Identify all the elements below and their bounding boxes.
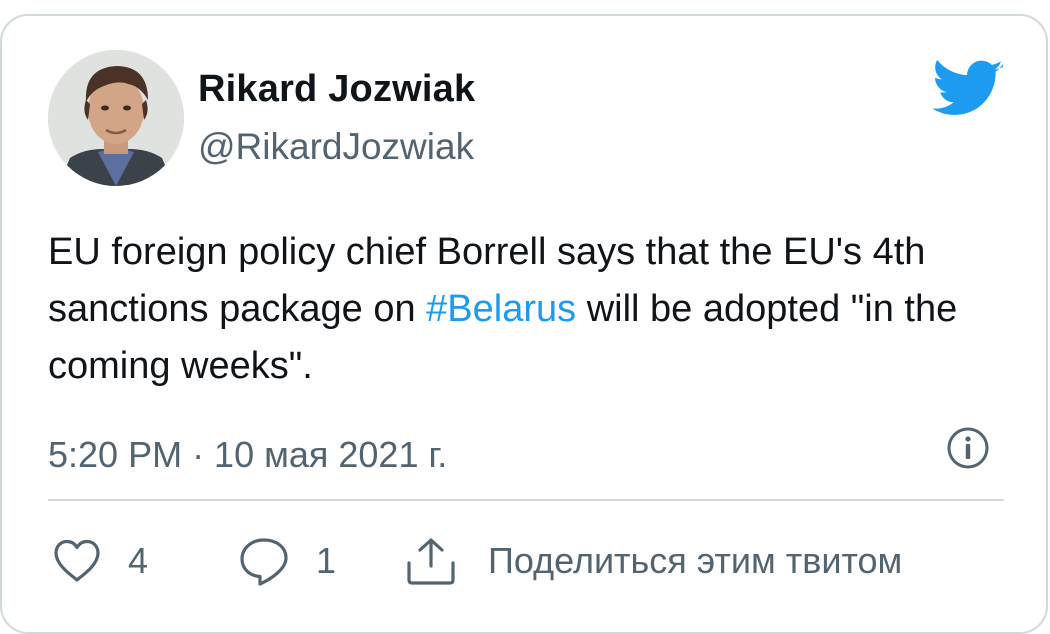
share-label: Поделиться этим твитом bbox=[488, 540, 903, 581]
reply-button[interactable]: 1 bbox=[238, 536, 336, 586]
divider bbox=[48, 499, 1004, 501]
tweet-text: EU foreign policy chief Borrell says tha… bbox=[48, 224, 1008, 395]
like-count: 4 bbox=[128, 540, 149, 581]
tweet-card: Rikard Jozwiak @RikardJozwiak EU foreign… bbox=[0, 14, 1048, 634]
author-name[interactable]: Rikard Jozwiak bbox=[198, 68, 475, 111]
comment-bubble-icon bbox=[240, 538, 288, 586]
tweet-timestamp[interactable]: 5:20 PM · 10 мая 2021 г. bbox=[48, 434, 447, 476]
share-upload-icon bbox=[407, 538, 455, 585]
avatar-photo bbox=[48, 50, 184, 186]
author-handle[interactable]: @RikardJozwiak bbox=[198, 126, 474, 168]
share-button[interactable]: Поделиться этим твитом bbox=[404, 536, 902, 586]
reply-count: 1 bbox=[316, 540, 337, 581]
info-icon[interactable] bbox=[946, 426, 990, 470]
twitter-bird-icon[interactable] bbox=[932, 60, 1004, 120]
heart-icon bbox=[54, 539, 100, 582]
hashtag-link[interactable]: #Belarus bbox=[426, 288, 576, 330]
avatar[interactable] bbox=[48, 50, 184, 186]
like-button[interactable]: 4 bbox=[52, 536, 148, 586]
